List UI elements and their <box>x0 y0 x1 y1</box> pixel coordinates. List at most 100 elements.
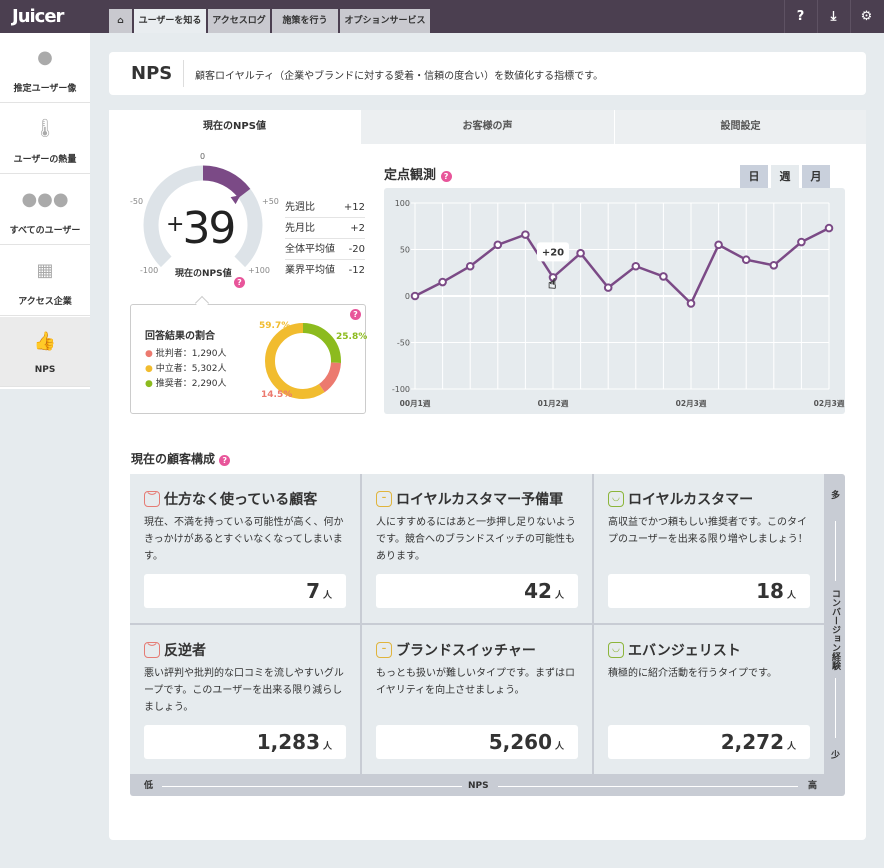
y-tick-label: 100 <box>395 199 410 208</box>
data-point[interactable] <box>577 250 584 257</box>
sidebar-item-label: すべてのユーザー <box>0 223 90 236</box>
page-description: 顧客ロイヤルティ（企業やブランドに対する愛着・信頼の度合い）を数値化する指標です… <box>195 67 603 82</box>
thermometer-icon: 🌡 <box>0 118 90 142</box>
download-icon[interactable]: ⤓ <box>817 0 849 33</box>
axis-low: 低 <box>144 776 153 796</box>
segment-count: 7人 <box>144 574 346 608</box>
segment-card[interactable]: ︶仕方なく使っている顧客 現在、不満を持っている可能性が高く、何かきっかけがある… <box>130 474 360 623</box>
data-point[interactable] <box>798 239 805 246</box>
segment-card[interactable]: ◡エバンジェリスト 積極的に紹介活動を行うタイプです。 2,272人 <box>594 625 824 774</box>
segments-title: 現在の顧客構成 ? <box>131 450 230 467</box>
sidebar-item-heat[interactable]: 🌡 ユーザーの熱量 <box>0 104 90 174</box>
help-icon[interactable]: ? <box>219 455 230 466</box>
axis-high: 高 <box>808 776 817 796</box>
sidebar-item-nps[interactable]: 👍NPS <box>0 317 90 387</box>
segment-card[interactable]: ︶反逆者 悪い評判や批判的な口コミを流しやすいグループです。このユーザーを出来る… <box>130 625 360 774</box>
period-week[interactable]: 週 <box>771 165 799 188</box>
tab-customer-voice[interactable]: お客様の声 <box>361 110 614 144</box>
y-axis-conversion: 多 コンバージョン経験 少 <box>826 474 845 776</box>
period-day[interactable]: 日 <box>740 165 768 188</box>
data-point[interactable] <box>688 300 695 307</box>
data-point[interactable] <box>412 293 419 300</box>
home-icon: ⌂ <box>117 16 123 26</box>
x-tick-label: 01月2週 <box>538 399 569 408</box>
segment-title: ︶仕方なく使っている顧客 <box>144 488 346 510</box>
segment-card[interactable]: –ロイヤルカスタマー予備軍 人にすすめるにはあと一歩押し足りないようです。競合へ… <box>362 474 592 623</box>
gauge-tick: -50 <box>130 197 143 206</box>
nav-tab-actions[interactable]: 施策を行う <box>272 9 338 33</box>
sad-face-icon: ︶ <box>144 642 160 658</box>
help-icon[interactable]: ? <box>234 277 245 288</box>
segment-description: 人にすすめるにはあと一歩押し足りないようです。競合へのブランドスイッチの可能性も… <box>376 514 578 566</box>
data-point[interactable] <box>771 262 778 269</box>
happy-face-icon: ◡ <box>608 491 624 507</box>
data-point[interactable] <box>522 231 529 238</box>
sidebar-item-label: ユーザーの熱量 <box>0 152 90 165</box>
data-point[interactable] <box>467 263 474 270</box>
pct-label: 25.8% <box>336 332 367 342</box>
help-icon[interactable]: ? <box>350 309 361 320</box>
page-header: NPS 顧客ロイヤルティ（企業やブランドに対する愛着・信頼の度合い）を数値化する… <box>109 52 866 95</box>
x-axis-nps: 低 NPS 高 <box>130 776 826 796</box>
sidebar-item-all-users[interactable]: ●●●すべてのユーザー <box>0 175 90 245</box>
gear-icon[interactable]: ⚙ <box>850 0 882 33</box>
nav-tab-access-log[interactable]: アクセスログ <box>208 9 270 33</box>
data-point[interactable] <box>826 225 833 232</box>
x-tick-label: 02月3週 <box>676 399 707 408</box>
axis-high: 多 <box>826 488 845 501</box>
gauge-tick: +100 <box>248 266 270 275</box>
y-tick-label: -100 <box>392 385 410 394</box>
data-point[interactable] <box>715 242 722 249</box>
nav-tab-options[interactable]: オプションサービス <box>340 9 430 33</box>
data-point[interactable] <box>439 279 446 286</box>
page-title: NPS <box>131 63 172 84</box>
segment-description: 積極的に紹介活動を行うタイプです。 <box>608 665 810 717</box>
segment-description: 悪い評判や批判的な口コミを流しやすいグループです。このユーザーを出来る限り減らし… <box>144 665 346 717</box>
sidebar-item-label: NPS <box>0 365 90 375</box>
series-line <box>415 228 829 303</box>
sidebar-item-companies[interactable]: ▦ アクセス企業 <box>0 246 90 316</box>
data-point[interactable] <box>660 273 667 280</box>
ratio-donut <box>263 321 343 401</box>
nps-label: 現在のNPS値 <box>175 266 232 279</box>
segment-description: 高収益でかつ頼もしい推奨者です。このタイプのユーザーを出来る限り増やしましょう！ <box>608 514 810 566</box>
segment-count: 1,283人 <box>144 725 346 759</box>
help-icon[interactable]: ? <box>441 171 452 182</box>
tab-question-settings[interactable]: 設問設定 <box>615 110 866 144</box>
divider <box>183 60 184 87</box>
sidebar-item-persona[interactable]: ●推定ユーザー像 <box>0 33 90 103</box>
tab-current-nps[interactable]: 現在のNPS値 <box>109 110 360 144</box>
home-tab[interactable]: ⌂ <box>109 9 132 33</box>
data-point[interactable] <box>633 263 640 270</box>
neutral-face-icon: – <box>376 491 392 507</box>
nps-line-chart: 100500-50-10000月1週01月2週02月3週02月3週+20☝ <box>384 188 845 414</box>
top-bar: Juicer ⌂ ユーザーを知る アクセスログ 施策を行う オプションサービス … <box>0 0 884 33</box>
stat-row: 先月比+2 <box>285 219 365 239</box>
gauge-tick: -100 <box>140 266 158 275</box>
help-icon[interactable]: ? <box>784 0 816 33</box>
period-month[interactable]: 月 <box>802 165 830 188</box>
sidebar: ●推定ユーザー像 🌡 ユーザーの熱量 ●●●すべてのユーザー ▦ アクセス企業 👍N… <box>0 33 90 389</box>
logo[interactable]: Juicer <box>12 6 63 27</box>
nps-value: +39 <box>166 200 234 254</box>
segment-card[interactable]: ◡ロイヤルカスタマー 高収益でかつ頼もしい推奨者です。このタイプのユーザーを出来… <box>594 474 824 623</box>
stat-row: 業界平均値-12 <box>285 261 365 281</box>
legend-item: ● 推奨者：2,290人 <box>145 377 227 392</box>
sidebar-item-label: アクセス企業 <box>0 294 90 307</box>
sidebar-item-label: 推定ユーザー像 <box>0 81 90 94</box>
segment-description: もっとも扱いが難しいタイプです。まずはロイヤリティを向上させましょう。 <box>376 665 578 717</box>
happy-face-icon: ◡ <box>608 642 624 658</box>
segment-description: 現在、不満を持っている可能性が高く、何かきっかけがあるとすぐいなくなってしまいま… <box>144 514 346 566</box>
data-point[interactable] <box>605 284 612 291</box>
segment-title: ◡エバンジェリスト <box>608 639 810 661</box>
nav-tab-know-users[interactable]: ユーザーを知る <box>134 9 206 33</box>
legend-item: ● 中立者：5,302人 <box>145 362 227 377</box>
y-tick-label: -50 <box>397 339 410 348</box>
data-point[interactable] <box>495 242 502 249</box>
segment-count: 18人 <box>608 574 810 608</box>
sad-face-icon: ︶ <box>144 491 160 507</box>
data-point[interactable] <box>743 256 750 263</box>
building-icon: ▦ <box>0 260 90 284</box>
segment-card[interactable]: –ブランドスイッチャー もっとも扱いが難しいタイプです。まずはロイヤリティを向上… <box>362 625 592 774</box>
y-tick-label: 50 <box>400 246 410 255</box>
